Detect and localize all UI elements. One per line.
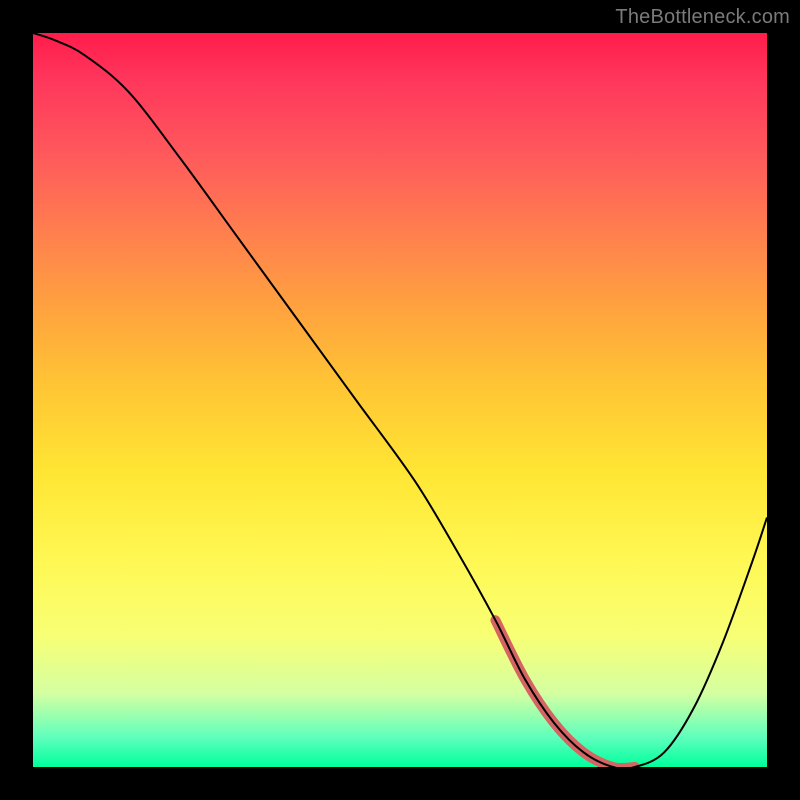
chart-main-curve	[33, 33, 767, 767]
chart-plot-area	[33, 33, 767, 767]
chart-svg	[33, 33, 767, 767]
chart-valley-highlight	[495, 620, 634, 767]
watermark-text: TheBottleneck.com	[615, 6, 790, 29]
